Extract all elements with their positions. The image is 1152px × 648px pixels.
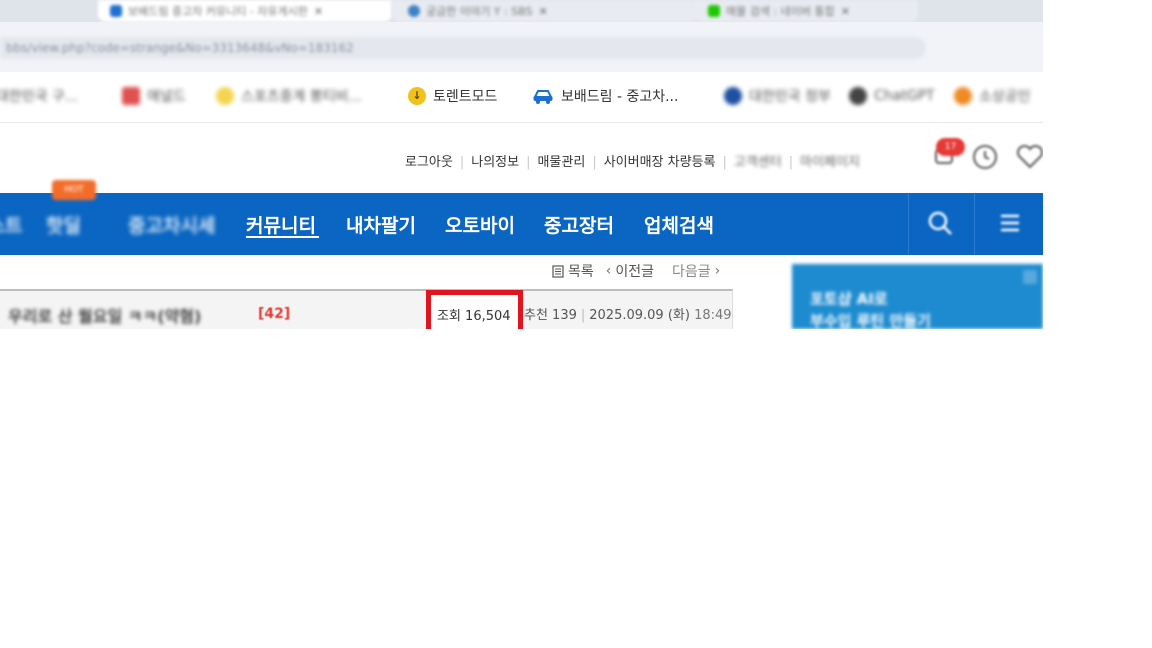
- gov-icon: [724, 87, 742, 105]
- tab-title: 매물 검색 : 네이버 통합: [726, 5, 835, 18]
- tab-close-icon[interactable]: ✕: [538, 5, 547, 18]
- chevron-right-icon: ›: [714, 263, 721, 279]
- nav-item-community[interactable]: 커뮤니티: [246, 211, 316, 238]
- bookmark-label: 스포츠중계 뽕티비...: [241, 89, 362, 105]
- ad-line-1: 포토샵 AI로: [810, 290, 888, 308]
- util-links: 로그아웃 | 나의정보 | 매물관리 | 사이버매장 차량등록 | 고객센터 | 마이페이지: [405, 151, 860, 170]
- address-bar-row: bbs/view.php?code=strange&No=3313648&vNo…: [0, 22, 1043, 72]
- bookmark-label: ChatGPT: [874, 88, 935, 104]
- bookmark-item[interactable]: ChatGPT: [849, 86, 935, 106]
- grid-icon: [122, 87, 140, 105]
- prev-post-link[interactable]: 이전글: [615, 261, 654, 281]
- bookmark-item[interactable]: 대한민국 정부: [724, 86, 831, 106]
- active-nav-underline: [246, 236, 319, 238]
- nav-item-motorcycle[interactable]: 오토바이: [445, 211, 515, 238]
- chatgpt-icon: [849, 87, 867, 105]
- hot-badge: HOT: [52, 180, 96, 200]
- tab-title: 보배드림 중고차 커뮤니티 - 자유게시판: [128, 5, 308, 18]
- notification-count-badge: 17: [936, 138, 965, 156]
- tab-title: 궁금한 이야기 Y : SBS: [426, 5, 533, 18]
- bookmark-label: 대한민국 정부: [749, 89, 831, 105]
- logout-link[interactable]: 로그아웃: [405, 151, 453, 170]
- bookmark-item[interactable]: 소상공인: [954, 86, 1031, 106]
- bookmark-label: 대한민국 구...: [0, 89, 79, 105]
- nav-divider: [908, 193, 909, 255]
- next-post-link[interactable]: 다음글: [672, 261, 711, 281]
- bookmark-label: 보배드림 - 중고차...: [561, 89, 679, 105]
- comment-count[interactable]: [42]: [258, 306, 290, 322]
- bookmark-item[interactable]: 애널드: [122, 86, 186, 106]
- tab-close-icon[interactable]: ✕: [314, 5, 323, 18]
- car-icon: [532, 88, 554, 104]
- url-field[interactable]: bbs/view.php?code=strange&No=3313648&vNo…: [0, 37, 926, 59]
- browser-tab-active[interactable]: 보배드림 중고차 커뮤니티 - 자유게시판 ✕: [98, 0, 392, 22]
- customer-center-link[interactable]: 고객센터: [734, 151, 782, 170]
- ad-close-icon[interactable]: [1023, 270, 1037, 284]
- views-highlight-box: 조회 16,504: [426, 290, 523, 329]
- bookmark-item-bobaedream[interactable]: 보배드림 - 중고차...: [532, 86, 678, 106]
- post-meta: 추천 139 | 2025.09.09 (화) 18:49: [524, 308, 732, 323]
- bookmark-item-torrentmode[interactable]: ↓ 토렌트모드: [408, 86, 497, 106]
- my-info-link[interactable]: 나의정보: [471, 151, 519, 170]
- listing-manage-link[interactable]: 매물관리: [537, 151, 585, 170]
- nav-item-best[interactable]: 베스트: [0, 211, 22, 238]
- site-util-bar: 로그아웃 | 나의정보 | 매물관리 | 사이버매장 차량등록 | 고객센터 | 마이페이지: [0, 123, 1043, 193]
- mypage-link[interactable]: 마이페이지: [800, 151, 860, 170]
- tab-close-icon[interactable]: ✕: [841, 5, 850, 18]
- site-favicon-icon: [110, 5, 122, 17]
- side-ad-banner[interactable]: 포토샵 AI로 부수입 루틴 만들기: [792, 264, 1043, 329]
- recent-history-clock-icon[interactable]: [972, 144, 997, 169]
- nav-item-price[interactable]: 중고차시세: [128, 211, 215, 238]
- recommend-count: 추천 139: [524, 308, 577, 323]
- bookmark-label: 소상공인: [979, 89, 1031, 105]
- list-icon: [552, 264, 564, 278]
- search-icon[interactable]: [927, 210, 953, 236]
- article-nav: 목록 ‹ 이전글 다음글 ›: [552, 262, 720, 280]
- post-date: 2025.09.09 (화): [589, 308, 690, 323]
- chevron-left-icon: ‹: [605, 263, 612, 279]
- main-nav: 베스트 핫딜 중고차시세 커뮤니티 내차팔기 오토바이 중고장터 업체검색: [0, 193, 1043, 255]
- post-header: 우리로 산 월요일 ㅋㅋ(약혐) [42] 추천 139 | 2025.09.09 …: [0, 289, 733, 329]
- bookmark-label: 토렌트모드: [433, 89, 498, 105]
- bookmark-item[interactable]: 대한민국 구...: [0, 86, 78, 106]
- post-time: 18:49: [694, 308, 732, 323]
- naver-favicon-icon: [708, 5, 720, 17]
- screenshot-area: 보배드림 중고차 커뮤니티 - 자유게시판 ✕ 궁금한 이야기 Y : SBS …: [0, 0, 1043, 329]
- browser-tab-strip: 보배드림 중고차 커뮤니티 - 자유게시판 ✕ 궁금한 이야기 Y : SBS …: [0, 0, 1043, 22]
- menu-icon[interactable]: [999, 211, 1021, 235]
- nav-item-sell-car[interactable]: 내차팔기: [346, 211, 416, 238]
- browser-tab[interactable]: 궁금한 이야기 Y : SBS ✕: [392, 0, 698, 22]
- wishlist-heart-icon[interactable]: [1016, 144, 1043, 169]
- nav-divider: [974, 193, 975, 255]
- torrent-icon: ↓: [408, 87, 426, 105]
- browser-tab[interactable]: 매물 검색 : 네이버 통합 ✕: [694, 0, 918, 22]
- bookmarks-bar: 대한민국 구... 애널드 스포츠중계 뽕티비... ↓ 토렌트모드 보배드림: [0, 72, 1043, 123]
- pinwheel-icon: [954, 87, 972, 105]
- nav-item-hotdeal[interactable]: 핫딜: [46, 211, 81, 238]
- cyber-store-register-link[interactable]: 사이버매장 차량등록: [604, 151, 716, 170]
- sbs-favicon-icon: [408, 5, 420, 17]
- post-title: 우리로 산 월요일 ㅋㅋ(약혐): [8, 307, 202, 326]
- nav-item-market[interactable]: 중고장터: [544, 211, 614, 238]
- nav-item-business-search[interactable]: 업체검색: [644, 211, 714, 238]
- bookmark-item[interactable]: 스포츠중계 뽕티비...: [216, 86, 362, 106]
- star-icon: [216, 87, 234, 105]
- bookmark-label: 애널드: [147, 89, 186, 105]
- view-count: 조회 16,504: [437, 309, 511, 324]
- list-link[interactable]: 목록: [568, 261, 594, 281]
- ad-line-2: 부수입 루틴 만들기: [810, 312, 931, 329]
